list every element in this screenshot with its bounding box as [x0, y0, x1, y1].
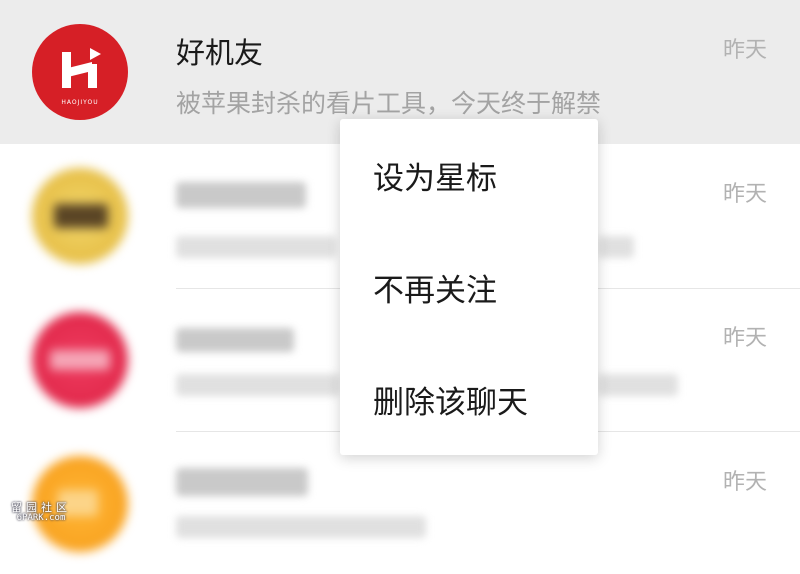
chat-time: 昨天 — [722, 182, 767, 207]
obscured-name — [176, 182, 306, 208]
obscured-name — [176, 328, 294, 352]
obscured-preview — [176, 236, 336, 258]
obscured-preview — [176, 374, 340, 396]
menu-item-label: 删除该聊天 — [373, 384, 528, 421]
obscured-preview-tail — [598, 236, 634, 258]
menu-item-unfollow[interactable]: 不再关注 — [340, 231, 598, 343]
chat-time: 昨天 — [722, 326, 767, 351]
haojiyou-avatar: HAOJIYOU — [32, 24, 128, 120]
chat-time: 昨天 — [722, 470, 767, 495]
chat-time: 昨天 — [722, 38, 767, 63]
watermark: 留园社区 6PARK.com — [11, 501, 71, 523]
menu-item-star[interactable]: 设为星标 — [340, 119, 598, 231]
chat-list-screen: HAOJIYOU 好机友 被苹果封杀的看片工具，今天终于解禁 昨天 昨天 昨天 … — [0, 0, 800, 574]
menu-item-label: 不再关注 — [373, 272, 497, 309]
svg-text:HAOJIYOU: HAOJIYOU — [61, 99, 98, 106]
haojiyou-logo-icon: HAOJIYOU — [61, 48, 101, 106]
menu-item-label: 设为星标 — [373, 160, 497, 197]
obscured-avatar — [32, 168, 128, 264]
chat-preview: 被苹果封杀的看片工具，今天终于解禁 — [176, 89, 602, 118]
menu-item-delete-chat[interactable]: 删除该聊天 — [340, 343, 598, 455]
obscured-avatar — [32, 312, 128, 408]
chat-name: 好机友 — [176, 36, 264, 70]
obscured-preview — [176, 516, 426, 538]
obscured-name — [176, 468, 308, 496]
context-menu: 设为星标 不再关注 删除该聊天 — [340, 119, 598, 455]
obscured-preview-tail — [598, 374, 678, 396]
